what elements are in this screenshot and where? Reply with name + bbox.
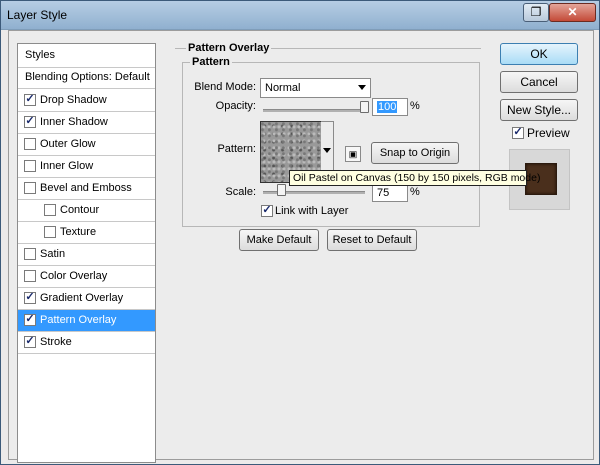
reset-to-default-button[interactable]: Reset to Default <box>327 229 417 251</box>
new-style-button[interactable]: New Style... <box>500 99 578 121</box>
style-item-label: Outer Glow <box>40 138 96 150</box>
check-icon: ✓ <box>25 291 35 303</box>
style-item-checkbox[interactable]: ✓ <box>24 313 36 326</box>
style-item-stroke[interactable]: ✓ Stroke <box>18 332 155 354</box>
style-item-checkbox[interactable]: ✓ <box>24 115 36 128</box>
make-default-button[interactable]: Make Default <box>239 229 319 251</box>
preview-label: Preview <box>527 126 570 140</box>
scale-value: 75 <box>377 187 390 199</box>
style-item-label: Blending Options: Default <box>25 71 150 83</box>
opacity-slider-thumb[interactable] <box>360 101 369 113</box>
style-item-label: Bevel and Emboss <box>40 182 132 194</box>
style-item-checkbox[interactable] <box>44 204 56 216</box>
style-item-checkbox[interactable] <box>24 138 36 150</box>
check-icon: ✓ <box>262 204 272 216</box>
style-item-drop-shadow[interactable]: ✓ Drop Shadow <box>18 90 155 112</box>
layer-style-dialog: Layer Style ❐ ✕ Styles Blending Options:… <box>0 0 600 465</box>
style-item-label: Drop Shadow <box>40 94 107 106</box>
style-item-label: Stroke <box>40 336 72 348</box>
chevron-down-icon <box>323 148 331 153</box>
restore-icon: ❐ <box>530 5 542 19</box>
window-title: Layer Style <box>7 8 68 22</box>
pattern-overlay-title: Pattern Overlay <box>186 42 272 54</box>
check-icon: ✓ <box>25 93 35 105</box>
check-icon: ✓ <box>25 115 35 127</box>
style-item-inner-glow[interactable]: Inner Glow <box>18 156 155 178</box>
restore-button[interactable]: ❐ <box>523 3 549 22</box>
snap-to-origin-button[interactable]: Snap to Origin <box>371 142 459 164</box>
pattern-tooltip: Oil Pastel on Canvas (150 by 150 pixels,… <box>289 170 540 186</box>
style-item-contour[interactable]: Contour <box>18 200 155 222</box>
style-item-gradient-overlay[interactable]: ✓ Gradient Overlay <box>18 288 155 310</box>
style-item-outer-glow[interactable]: Outer Glow <box>18 134 155 156</box>
style-item-checkbox[interactable] <box>24 270 36 282</box>
chevron-down-icon <box>358 85 366 90</box>
new-preset-icon: ▣ <box>348 149 358 159</box>
style-item-bevel-and-emboss[interactable]: Bevel and Emboss <box>18 178 155 200</box>
new-preset-button[interactable]: ▣ <box>345 146 361 162</box>
style-item-label: Color Overlay <box>40 270 108 282</box>
style-item-checkbox[interactable]: ✓ <box>24 93 36 106</box>
style-item-label: Satin <box>40 248 66 260</box>
style-item-label: Contour <box>60 204 100 216</box>
opacity-value: 100 <box>377 101 398 113</box>
styles-header-label: Styles <box>25 49 55 61</box>
style-item-color-overlay[interactable]: Color Overlay <box>18 266 155 288</box>
close-icon: ✕ <box>567 5 578 19</box>
opacity-unit: % <box>410 100 420 112</box>
style-item-label: Pattern Overlay <box>40 314 117 326</box>
opacity-label: Opacity: <box>215 100 256 112</box>
dialog-body: Styles Blending Options: Default ✓ Drop Sh… <box>8 30 594 463</box>
check-icon: ✓ <box>513 126 523 138</box>
scale-label: Scale: <box>225 186 256 198</box>
scale-input[interactable]: 75 <box>372 184 408 202</box>
preview-checkbox[interactable]: ✓ <box>512 126 524 139</box>
pattern-label: Pattern: <box>217 143 256 155</box>
style-item-inner-shadow[interactable]: ✓ Inner Shadow <box>18 112 155 134</box>
check-icon: ✓ <box>25 335 35 347</box>
style-item-label: Inner Shadow <box>40 116 108 128</box>
blend-mode-select[interactable]: Normal <box>260 78 371 98</box>
style-item-satin[interactable]: Satin <box>18 244 155 266</box>
style-item-checkbox[interactable] <box>44 226 56 238</box>
title-bar[interactable]: Layer Style ❐ ✕ <box>1 1 599 30</box>
blend-mode-value: Normal <box>265 82 301 94</box>
style-item-label: Inner Glow <box>40 160 94 172</box>
link-with-layer-checkbox[interactable]: ✓ <box>261 204 273 217</box>
styles-header[interactable]: Styles <box>18 44 155 68</box>
scale-slider-thumb[interactable] <box>277 184 287 196</box>
style-item-texture[interactable]: Texture <box>18 222 155 244</box>
close-button[interactable]: ✕ <box>549 3 596 22</box>
style-item-checkbox[interactable] <box>24 182 36 194</box>
pattern-group-title: Pattern <box>190 56 232 68</box>
style-item-blending-options-default[interactable]: Blending Options: Default <box>18 67 155 89</box>
link-with-layer-label: Link with Layer <box>275 205 349 217</box>
style-item-checkbox[interactable] <box>24 160 36 172</box>
cancel-button[interactable]: Cancel <box>500 71 578 93</box>
style-item-checkbox[interactable]: ✓ <box>24 335 36 348</box>
style-item-checkbox[interactable]: ✓ <box>24 291 36 304</box>
styles-list: Styles Blending Options: Default ✓ Drop Sh… <box>17 43 156 463</box>
scale-unit: % <box>410 186 420 198</box>
opacity-input[interactable]: 100 <box>372 98 408 116</box>
style-item-label: Gradient Overlay <box>40 292 124 304</box>
style-item-label: Texture <box>60 226 97 238</box>
opacity-slider-track[interactable] <box>263 109 365 112</box>
blend-mode-label: Blend Mode: <box>194 81 256 93</box>
style-item-checkbox[interactable] <box>24 248 36 260</box>
style-item-pattern-overlay[interactable]: ✓ Pattern Overlay <box>18 310 155 332</box>
ok-button[interactable]: OK <box>500 43 578 65</box>
check-icon: ✓ <box>25 313 35 325</box>
